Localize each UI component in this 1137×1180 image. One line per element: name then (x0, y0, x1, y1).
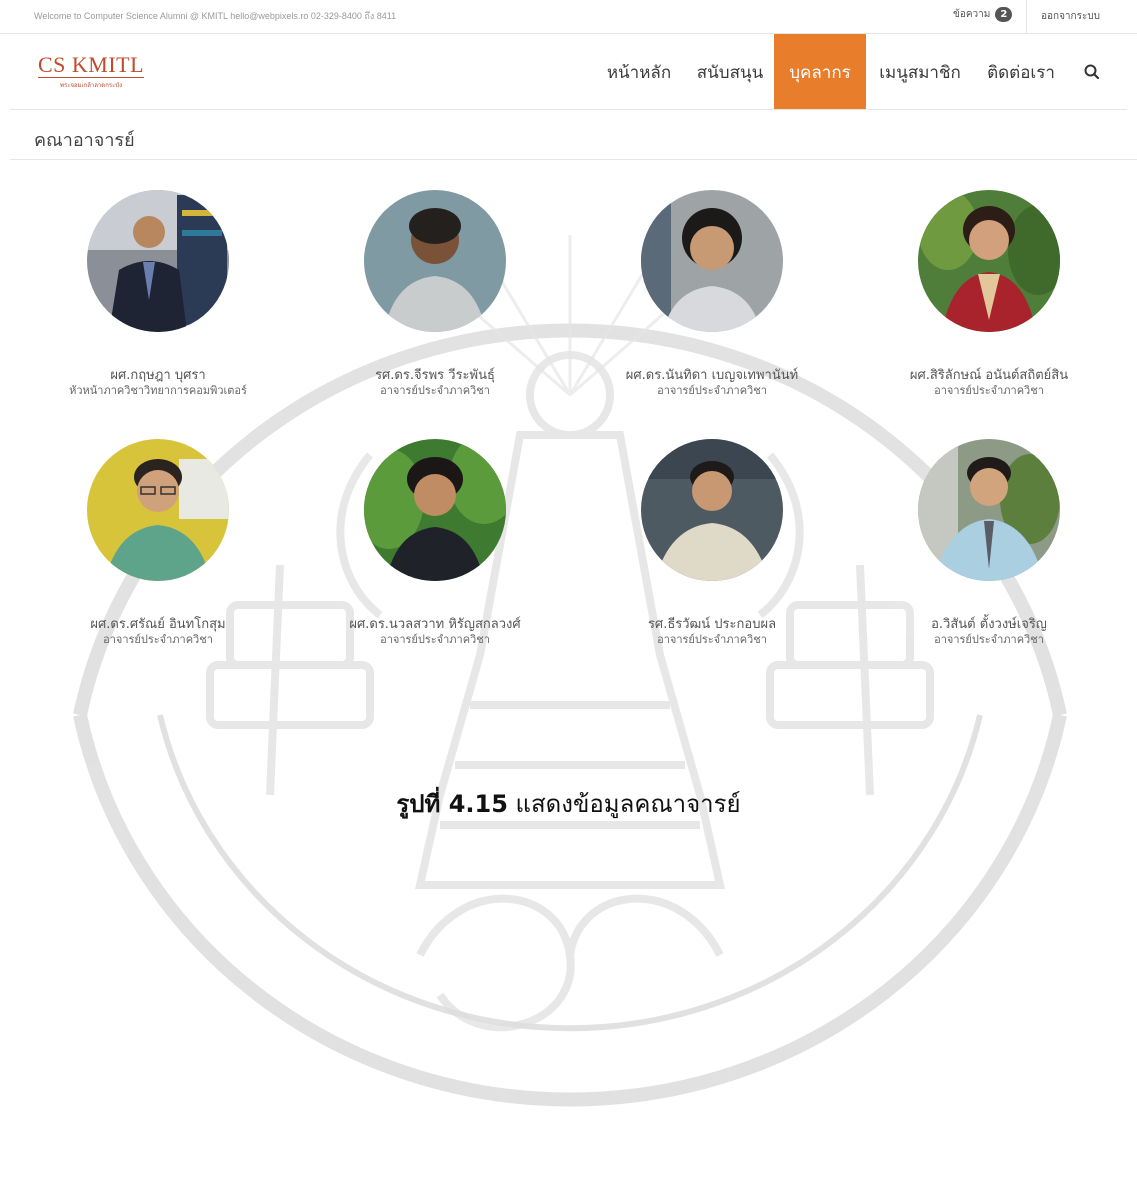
faculty-photo (641, 190, 783, 332)
welcome-text: Welcome to Computer Science Alumni @ KMI… (34, 11, 397, 21)
faculty-name: ผศ.ดร.ศรัณย์ อินทโกสุม (90, 617, 226, 632)
faculty-name: ผศ.สิริลักษณ์ อนันต์สถิตย์สิน (909, 368, 1069, 383)
topbar-divider (1026, 0, 1027, 34)
faculty-card[interactable]: อ.วิสันต์ ตั้งวงษ์เจริญ อาจารย์ประจำภาคว… (859, 439, 1119, 647)
logo-text: CS KMITL (38, 52, 145, 78)
faculty-photo (918, 190, 1060, 332)
top-info-bar: Welcome to Computer Science Alumni @ KMI… (0, 0, 1137, 34)
faculty-card[interactable]: ผศ.ดร.ศรัณย์ อินทโกสุม อาจารย์ประจำภาควิ… (28, 439, 288, 647)
faculty-photo (87, 439, 229, 581)
faculty-photo (364, 190, 506, 332)
nav-item-contact[interactable]: ติดต่อเรา (977, 34, 1065, 109)
faculty-name: ผศ.กฤษฎา บุศรา (110, 368, 206, 383)
page-title-bar: คณาอาจารย์ (10, 111, 1137, 160)
faculty-card[interactable]: รศ.ดร.จีรพร วีระพันธุ์ อาจารย์ประจำภาควิ… (305, 190, 565, 398)
faculty-card[interactable]: รศ.ธีรวัฒน์ ประกอบผล อาจารย์ประจำภาควิชา (582, 439, 842, 647)
messages-link[interactable]: ข้อความ 2 (953, 7, 1013, 22)
logo-subtitle: พระจอมเกล้าลาดกระบัง (60, 82, 123, 89)
faculty-photo (364, 439, 506, 581)
faculty-name: รศ.ดร.จีรพร วีระพันธุ์ (375, 368, 495, 383)
faculty-role: อาจารย์ประจำภาควิชา (657, 633, 767, 646)
nav-item-support[interactable]: สนับสนุน (686, 34, 774, 109)
faculty-name: รศ.ธีรวัฒน์ ประกอบผล (647, 617, 777, 632)
faculty-role: อาจารย์ประจำภาควิชา (934, 633, 1044, 646)
faculty-name: ผศ.ดร.นวลสวาท หิรัญสกลวงศ์ (349, 617, 521, 632)
faculty-card[interactable]: ผศ.ดร.นวลสวาท หิรัญสกลวงศ์ อาจารย์ประจำภ… (305, 439, 565, 647)
nav-item-member-menu[interactable]: เมนูสมาชิก (870, 34, 970, 109)
messages-label: ข้อความ (953, 9, 991, 20)
figure-caption: รูปที่ 4.15 แสดงข้อมูลคณาจารย์ (0, 784, 1137, 823)
faculty-role: หัวหน้าภาควิชาวิทยาการคอมพิวเตอร์ (69, 384, 247, 397)
faculty-name: อ.วิสันต์ ตั้งวงษ์เจริญ (931, 617, 1047, 632)
site-logo[interactable]: CS KMITL พระจอมเกล้าลาดกระบัง (38, 52, 145, 90)
page-title: คณาอาจารย์ (34, 130, 135, 151)
search-icon[interactable] (1083, 63, 1101, 81)
messages-count-badge: 2 (995, 7, 1013, 22)
logout-link[interactable]: ออกจากระบบ (1041, 9, 1100, 24)
figure-text: แสดงข้อมูลคณาจารย์ (515, 790, 741, 818)
faculty-photo (641, 439, 783, 581)
faculty-role: อาจารย์ประจำภาควิชา (380, 384, 490, 397)
faculty-card[interactable]: ผศ.กฤษฎา บุศรา หัวหน้าภาควิชาวิทยาการคอม… (28, 190, 288, 398)
faculty-name: ผศ.ดร.นันทิดา เบญจเทพานันท์ (625, 368, 799, 383)
main-navbar: CS KMITL พระจอมเกล้าลาดกระบัง หน้าหลัก ส… (10, 34, 1127, 110)
faculty-role: อาจารย์ประจำภาควิชา (934, 384, 1044, 397)
figure-number: รูปที่ 4.15 (396, 790, 508, 818)
faculty-role: อาจารย์ประจำภาควิชา (103, 633, 213, 646)
faculty-role: อาจารย์ประจำภาควิชา (380, 633, 490, 646)
faculty-photo (87, 190, 229, 332)
faculty-role: อาจารย์ประจำภาควิชา (657, 384, 767, 397)
nav-item-home[interactable]: หน้าหลัก (592, 34, 686, 109)
nav-item-personnel[interactable]: บุคลากร (774, 34, 866, 109)
faculty-photo (918, 439, 1060, 581)
faculty-card[interactable]: ผศ.ดร.นันทิดา เบญจเทพานันท์ อาจารย์ประจำ… (582, 190, 842, 398)
faculty-card[interactable]: ผศ.สิริลักษณ์ อนันต์สถิตย์สิน อาจารย์ประ… (859, 190, 1119, 398)
